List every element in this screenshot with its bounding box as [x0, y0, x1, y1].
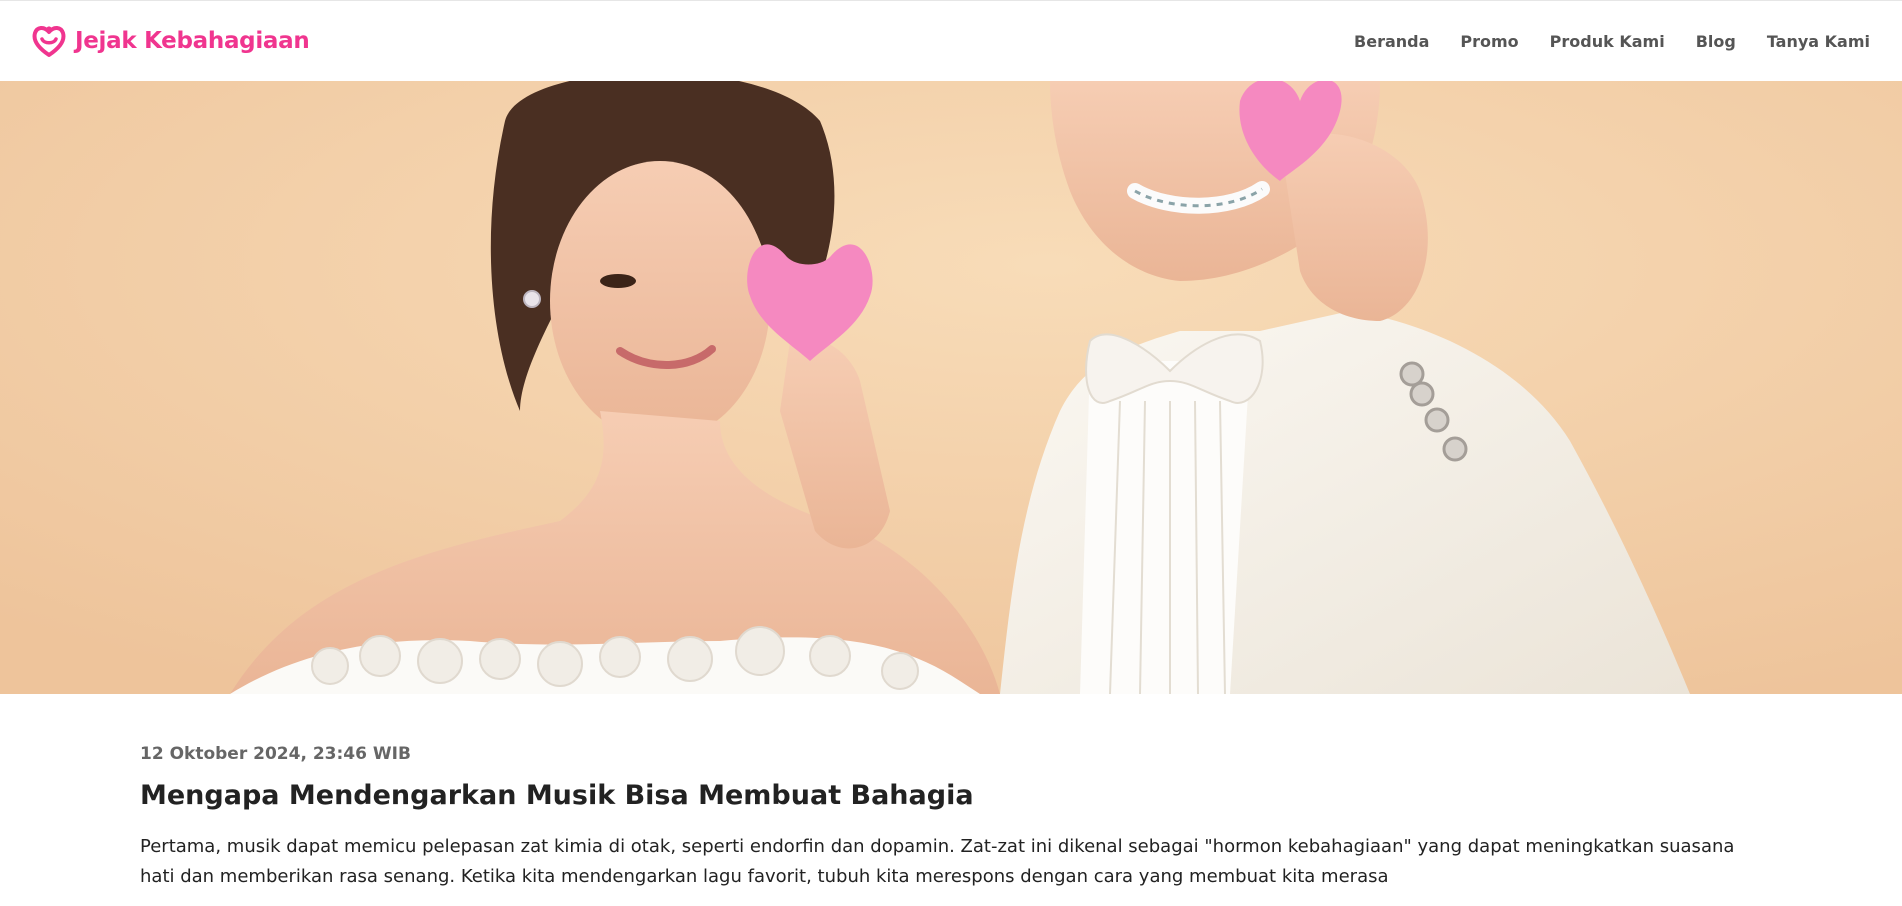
nav-item-promo[interactable]: Promo: [1460, 32, 1518, 51]
heart-logo-icon: [32, 26, 66, 57]
nav-item-blog[interactable]: Blog: [1696, 32, 1736, 51]
post-body: Pertama, musik dapat memicu pelepasan za…: [140, 836, 1735, 887]
article: 12 Oktober 2024, 23:46 WIB Mengapa Mende…: [140, 742, 1760, 892]
nav-item-beranda[interactable]: Beranda: [1354, 32, 1429, 51]
main-nav: Beranda Promo Produk Kami Blog Tanya Kam…: [1354, 32, 1870, 51]
nav-item-tanya-kami[interactable]: Tanya Kami: [1767, 32, 1870, 51]
brand-name: Jejak Kebahagiaan: [75, 28, 310, 54]
brand-logo-link[interactable]: Jejak Kebahagiaan: [31, 23, 310, 59]
top-navbar: Jejak Kebahagiaan Beranda Promo Produk K…: [0, 0, 1902, 81]
post-date: 12 Oktober 2024, 23:46 WIB: [140, 744, 411, 764]
nav-item-produk-kami[interactable]: Produk Kami: [1550, 32, 1665, 51]
post-title: Mengapa Mendengarkan Musik Bisa Membuat …: [140, 780, 974, 811]
hero-image: [0, 81, 1902, 694]
hero-banner: [0, 81, 1902, 694]
